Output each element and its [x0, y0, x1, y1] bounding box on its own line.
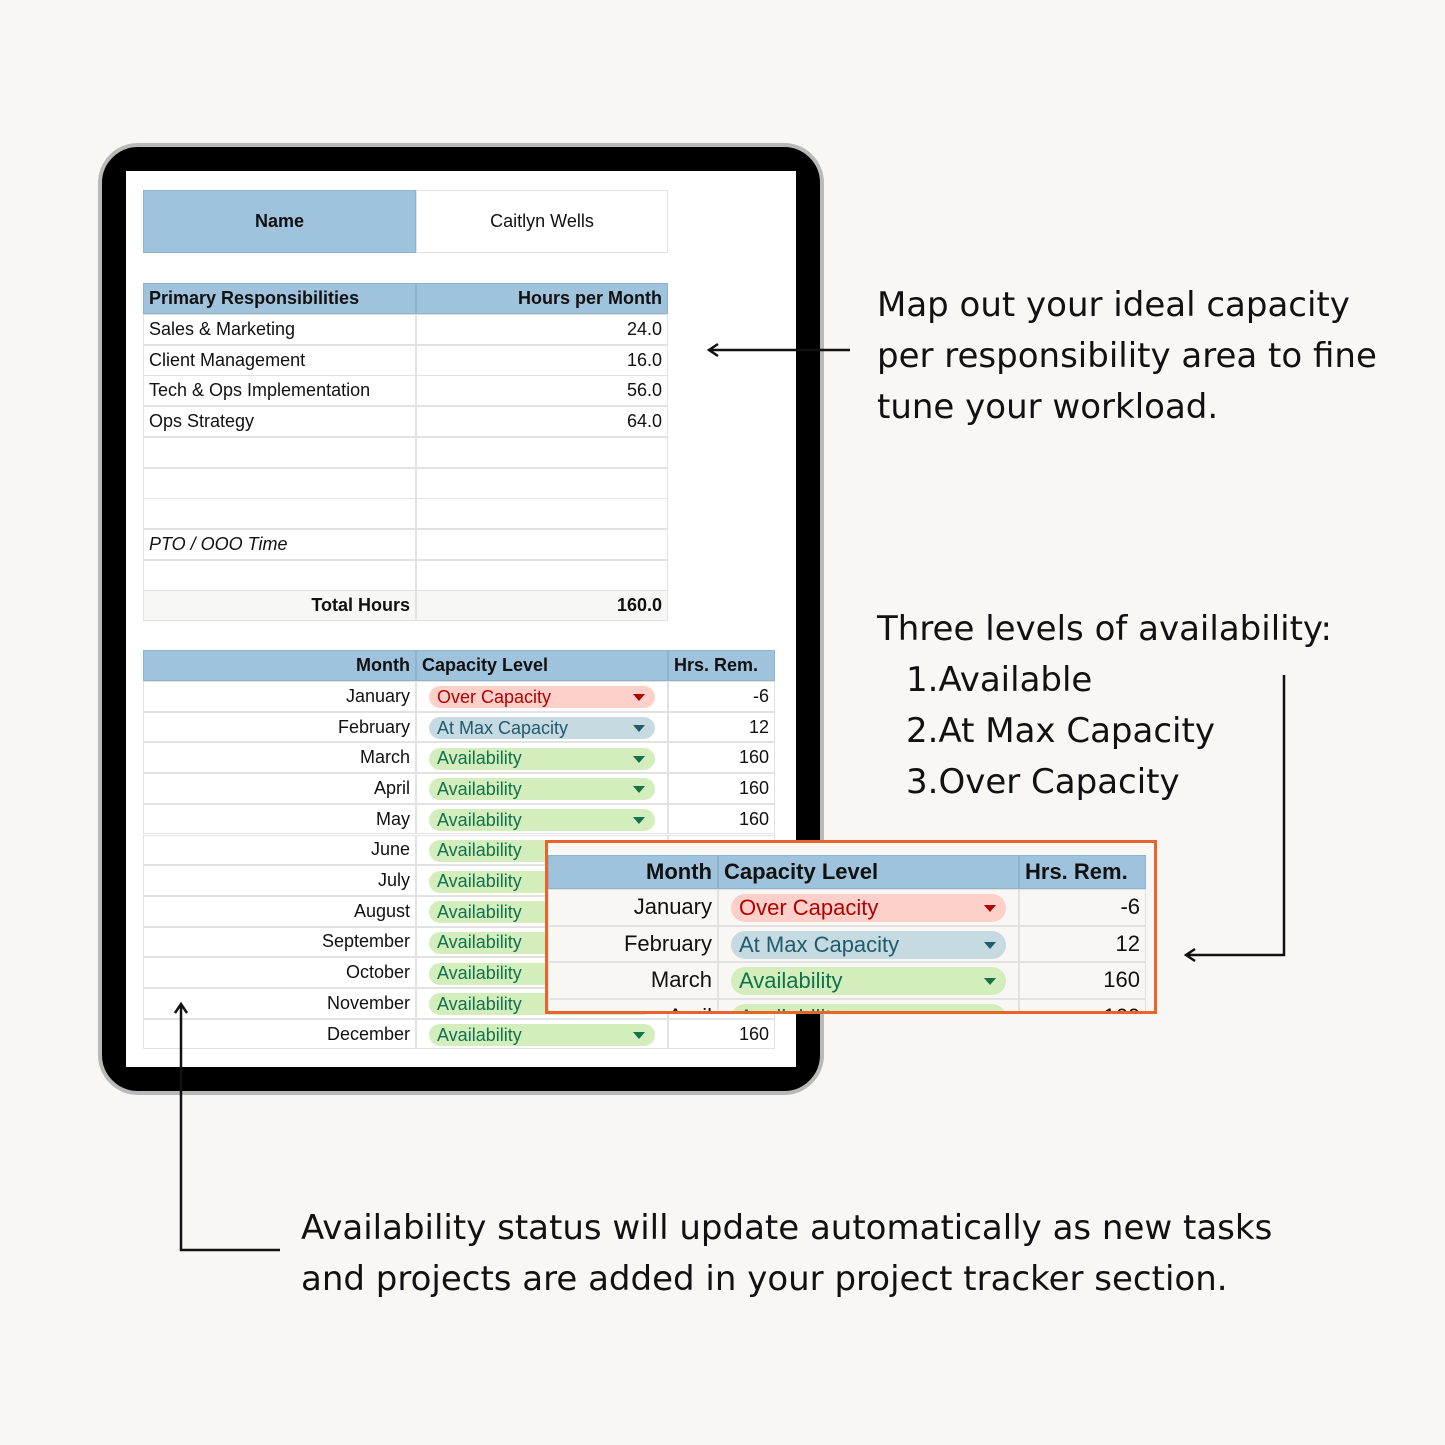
arrow-levels — [1183, 675, 1286, 963]
arrow-responsibility — [706, 342, 850, 358]
arrow-auto-update — [173, 1001, 280, 1252]
annotation-arrows — [173, 342, 1286, 1252]
page: Name Caitlyn Wells Primary Responsibilitie… — [0, 0, 1445, 1445]
